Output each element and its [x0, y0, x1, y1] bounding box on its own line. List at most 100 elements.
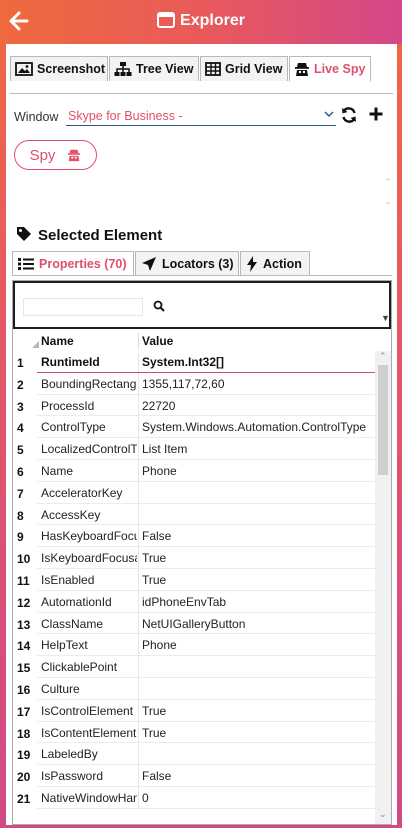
property-name: ProcessId — [41, 398, 95, 413]
property-value: True — [142, 703, 167, 718]
main-tab-strip: Screenshot Tree View Grid View Live Spy — [10, 56, 393, 94]
property-value: False — [142, 529, 172, 544]
window-dropdown-value: Skype for Business - — [68, 109, 183, 123]
table-row[interactable]: 3 ProcessId 22720 — [13, 394, 375, 417]
scroll-down-arrow[interactable]: ⌄ — [379, 809, 387, 820]
grid-search-bar: ▼ — [13, 281, 391, 329]
table-row[interactable]: 21 NativeWindowHandle 0 — [13, 786, 375, 809]
row-number: 1 — [17, 356, 24, 370]
tab-screenshot-label: Screenshot — [37, 62, 106, 76]
tab-action[interactable]: Action — [240, 251, 310, 275]
table-row[interactable]: 1 RuntimeId System.Int32[] — [13, 351, 375, 373]
selected-element-title: Selected Element — [38, 227, 163, 244]
tab-screenshot[interactable]: Screenshot — [10, 56, 108, 81]
table-row[interactable]: 10 IsKeyboardFocusable True — [13, 547, 375, 569]
tab-tree-view-label: Tree View — [136, 62, 194, 76]
property-name: BoundingRectangle — [41, 376, 137, 391]
column-header-name[interactable]: Name — [41, 334, 74, 348]
property-value: True — [142, 551, 167, 566]
property-name: RuntimeId — [41, 355, 100, 369]
table-row[interactable]: 20 IsPassword False — [13, 765, 375, 787]
table-row[interactable]: 4 ControlType System.Windows.Automation.Co… — [13, 416, 375, 439]
table-row[interactable]: 18 IsContentElement True — [13, 721, 375, 744]
property-name: IsControlElement — [41, 703, 134, 718]
row-number: 8 — [17, 508, 24, 523]
tab-grid-view[interactable]: Grid View — [200, 56, 288, 81]
properties-grid: ▼ Name Value 1 RuntimeId System.Int32[] 2 Bo… — [12, 280, 392, 825]
table-row[interactable]: 2 BoundingRectangle 1355,117,72,60 — [13, 372, 375, 395]
filter-icon[interactable]: ▼ — [381, 313, 390, 323]
row-number: 5 — [17, 443, 24, 458]
table-row[interactable]: 17 IsControlElement True — [13, 699, 375, 722]
scrollbar-thumb[interactable] — [378, 365, 388, 475]
tab-divider — [10, 93, 393, 94]
tab-properties-label: Properties (70) — [39, 257, 127, 271]
grid-scrollbar[interactable]: ⌃ ⌄ — [375, 351, 391, 824]
scroll-down-arrow[interactable]: ⌄ — [384, 196, 392, 207]
scroll-up-arrow[interactable]: ⌃ — [379, 351, 387, 362]
table-row[interactable]: 14 HelpText Phone — [13, 634, 375, 657]
table-row[interactable]: 16 Culture — [13, 677, 375, 700]
table-row[interactable]: 6 Name Phone — [13, 459, 375, 482]
property-value: True — [142, 572, 167, 587]
window-icon — [157, 12, 176, 28]
property-name: AcceleratorKey — [41, 485, 123, 500]
search-icon[interactable] — [153, 300, 165, 312]
add-button[interactable] — [368, 106, 384, 122]
sub-tab-strip: Properties (70) Locators (3) Action — [12, 251, 392, 276]
property-name: IsEnabled — [41, 572, 95, 587]
spy-button[interactable]: Spy — [14, 140, 97, 170]
property-name: HasKeyboardFocus — [41, 529, 137, 544]
select-all-corner[interactable] — [32, 341, 39, 348]
table-row[interactable]: 8 AccessKey — [13, 503, 375, 526]
row-number: 17 — [17, 704, 31, 719]
refresh-button[interactable] — [340, 106, 358, 124]
table-row[interactable]: 7 AcceleratorKey — [13, 481, 375, 504]
property-name: ClassName — [41, 616, 104, 631]
plus-icon — [369, 107, 383, 121]
row-number: 9 — [17, 530, 24, 545]
window-dropdown[interactable]: Skype for Business - — [66, 106, 336, 126]
row-number: 16 — [17, 682, 31, 697]
locator-arrow-icon — [142, 256, 156, 271]
table-row[interactable]: 12 AutomationId idPhoneEnvTab — [13, 590, 375, 613]
table-row[interactable]: 13 ClassName NetUIGalleryButton — [13, 612, 375, 635]
row-number: 4 — [17, 421, 24, 436]
tab-tree-view[interactable]: Tree View — [109, 56, 199, 81]
tab-live-spy[interactable]: Live Spy — [289, 56, 371, 82]
scroll-up-arrow[interactable]: ⌃ — [384, 177, 392, 188]
table-row[interactable]: 9 HasKeyboardFocus False — [13, 525, 375, 548]
tab-properties[interactable]: Properties (70) — [12, 251, 134, 276]
row-number: 13 — [17, 617, 31, 632]
list-icon — [18, 258, 34, 270]
property-name: Culture — [41, 681, 80, 696]
property-name: LabeledBy — [41, 747, 98, 762]
tab-grid-view-label: Grid View — [225, 62, 283, 76]
property-value: 22720 — [142, 398, 176, 413]
row-number: 19 — [17, 748, 31, 763]
property-value: List Item — [142, 442, 188, 457]
tab-locators-label: Locators (3) — [162, 256, 234, 271]
row-number: 3 — [17, 399, 24, 414]
grid-column-header: Name Value — [13, 330, 375, 350]
explorer-panel: Screenshot Tree View Grid View Live Spy … — [6, 44, 397, 825]
column-header-value[interactable]: Value — [142, 334, 173, 348]
tab-locators[interactable]: Locators (3) — [135, 251, 239, 275]
property-value: True — [142, 725, 167, 740]
table-row[interactable]: 19 LabeledBy — [13, 743, 375, 766]
property-name: IsContentElement — [41, 725, 137, 740]
table-row[interactable]: 11 IsEnabled True — [13, 568, 375, 591]
table-row[interactable]: 15 ClickablePoint — [13, 656, 375, 678]
property-name: NativeWindowHandle — [41, 790, 137, 805]
search-input[interactable] — [23, 298, 143, 316]
property-value: System.Windows.Automation.ControlType — [142, 420, 367, 435]
property-name: AccessKey — [41, 507, 101, 522]
grid-rows: 1 RuntimeId System.Int32[] 2 BoundingRectang… — [13, 351, 375, 824]
property-name: Name — [41, 463, 74, 478]
table-row[interactable]: 5 LocalizedControlType List Item — [13, 438, 375, 460]
image-icon — [15, 62, 33, 76]
property-value: Phone — [142, 463, 177, 478]
property-name: LocalizedControlType — [41, 442, 137, 457]
tab-live-spy-label: Live Spy — [314, 62, 366, 76]
property-name: IsPassword — [41, 769, 104, 784]
